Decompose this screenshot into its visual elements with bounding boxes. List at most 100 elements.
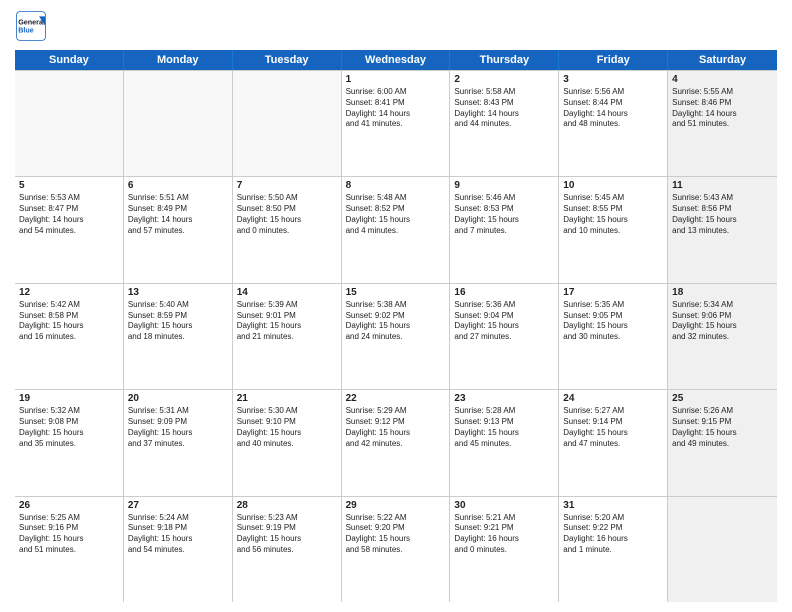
day-number: 16 bbox=[454, 287, 554, 298]
day-cell-8: 8 Sunrise: 5:48 AM Sunset: 8:52 PM Daylig… bbox=[342, 177, 451, 282]
day-info: Sunrise: 5:35 AM Sunset: 9:05 PM Dayligh… bbox=[563, 300, 663, 343]
day-number: 28 bbox=[237, 500, 337, 511]
day-info: Sunrise: 5:24 AM Sunset: 9:18 PM Dayligh… bbox=[128, 513, 228, 556]
day-info: Sunrise: 5:38 AM Sunset: 9:02 PM Dayligh… bbox=[346, 300, 446, 343]
day-number: 9 bbox=[454, 180, 554, 191]
day-cell-9: 9 Sunrise: 5:46 AM Sunset: 8:53 PM Daylig… bbox=[450, 177, 559, 282]
day-number: 26 bbox=[19, 500, 119, 511]
day-info: Sunrise: 5:22 AM Sunset: 9:20 PM Dayligh… bbox=[346, 513, 446, 556]
day-cell-3: 3 Sunrise: 5:56 AM Sunset: 8:44 PM Daylig… bbox=[559, 71, 668, 176]
day-header-wednesday: Wednesday bbox=[342, 50, 451, 70]
day-number: 24 bbox=[563, 393, 663, 404]
day-number: 31 bbox=[563, 500, 663, 511]
day-cell-empty-4-6 bbox=[668, 497, 777, 602]
day-info: Sunrise: 5:27 AM Sunset: 9:14 PM Dayligh… bbox=[563, 406, 663, 449]
day-cell-17: 17 Sunrise: 5:35 AM Sunset: 9:05 PM Dayli… bbox=[559, 284, 668, 389]
day-header-sunday: Sunday bbox=[15, 50, 124, 70]
day-number: 29 bbox=[346, 500, 446, 511]
calendar-body: 1Sunrise: 6:00 AM Sunset: 8:41 PM Daylig… bbox=[15, 70, 777, 602]
day-number: 12 bbox=[19, 287, 119, 298]
day-number: 18 bbox=[672, 287, 773, 298]
day-cell-2: 2 Sunrise: 5:58 AM Sunset: 8:43 PM Daylig… bbox=[450, 71, 559, 176]
day-info: Sunrise: 5:39 AM Sunset: 9:01 PM Dayligh… bbox=[237, 300, 337, 343]
day-info: Sunrise: 5:21 AM Sunset: 9:21 PM Dayligh… bbox=[454, 513, 554, 556]
day-cell-4: 4 Sunrise: 5:55 AM Sunset: 8:46 PM Daylig… bbox=[668, 71, 777, 176]
day-cell-28: 28 Sunrise: 5:23 AM Sunset: 9:19 PM Dayli… bbox=[233, 497, 342, 602]
day-info: Sunrise: 5:32 AM Sunset: 9:08 PM Dayligh… bbox=[19, 406, 119, 449]
day-info: Sunrise: 5:31 AM Sunset: 9:09 PM Dayligh… bbox=[128, 406, 228, 449]
day-cell-6: 6 Sunrise: 5:51 AM Sunset: 8:49 PM Daylig… bbox=[124, 177, 233, 282]
day-cell-30: 30 Sunrise: 5:21 AM Sunset: 9:21 PM Dayli… bbox=[450, 497, 559, 602]
calendar-header: SundayMondayTuesdayWednesdayThursdayFrid… bbox=[15, 50, 777, 70]
day-number: 4 bbox=[672, 74, 773, 85]
day-cell-5: 5 Sunrise: 5:53 AM Sunset: 8:47 PM Daylig… bbox=[15, 177, 124, 282]
day-cell-1: 1Sunrise: 6:00 AM Sunset: 8:41 PM Daylig… bbox=[342, 71, 451, 176]
calendar: SundayMondayTuesdayWednesdayThursdayFrid… bbox=[15, 50, 777, 602]
day-number: 8 bbox=[346, 180, 446, 191]
day-info: Sunrise: 5:55 AM Sunset: 8:46 PM Dayligh… bbox=[672, 87, 773, 130]
svg-text:Blue: Blue bbox=[18, 25, 34, 34]
logo-icon: General Blue bbox=[15, 10, 47, 42]
day-cell-23: 23Sunrise: 5:28 AM Sunset: 9:13 PM Dayli… bbox=[450, 390, 559, 495]
day-cell-24: 24 Sunrise: 5:27 AM Sunset: 9:14 PM Dayli… bbox=[559, 390, 668, 495]
day-number: 7 bbox=[237, 180, 337, 191]
day-cell-29: 29 Sunrise: 5:22 AM Sunset: 9:20 PM Dayli… bbox=[342, 497, 451, 602]
day-number: 11 bbox=[672, 180, 773, 191]
calendar-row-5: 26 Sunrise: 5:25 AM Sunset: 9:16 PM Dayli… bbox=[15, 497, 777, 602]
day-number: 23 bbox=[454, 393, 554, 404]
day-cell-15: 15 Sunrise: 5:38 AM Sunset: 9:02 PM Dayli… bbox=[342, 284, 451, 389]
day-number: 3 bbox=[563, 74, 663, 85]
day-cell-31: 31 Sunrise: 5:20 AM Sunset: 9:22 PM Dayli… bbox=[559, 497, 668, 602]
day-number: 13 bbox=[128, 287, 228, 298]
day-number: 1 bbox=[346, 74, 446, 85]
day-number: 27 bbox=[128, 500, 228, 511]
day-number: 30 bbox=[454, 500, 554, 511]
day-cell-11: 11 Sunrise: 5:43 AM Sunset: 8:56 PM Dayli… bbox=[668, 177, 777, 282]
day-number: 5 bbox=[19, 180, 119, 191]
day-number: 17 bbox=[563, 287, 663, 298]
day-cell-empty-0-1 bbox=[124, 71, 233, 176]
day-info: Sunrise: 5:58 AM Sunset: 8:43 PM Dayligh… bbox=[454, 87, 554, 130]
day-cell-27: 27 Sunrise: 5:24 AM Sunset: 9:18 PM Dayli… bbox=[124, 497, 233, 602]
day-info: Sunrise: 5:26 AM Sunset: 9:15 PM Dayligh… bbox=[672, 406, 773, 449]
day-cell-26: 26 Sunrise: 5:25 AM Sunset: 9:16 PM Dayli… bbox=[15, 497, 124, 602]
day-cell-20: 20Sunrise: 5:31 AM Sunset: 9:09 PM Dayli… bbox=[124, 390, 233, 495]
day-info: Sunrise: 5:56 AM Sunset: 8:44 PM Dayligh… bbox=[563, 87, 663, 130]
day-number: 22 bbox=[346, 393, 446, 404]
day-header-tuesday: Tuesday bbox=[233, 50, 342, 70]
day-cell-12: 12 Sunrise: 5:42 AM Sunset: 8:58 PM Dayli… bbox=[15, 284, 124, 389]
day-info: Sunrise: 5:25 AM Sunset: 9:16 PM Dayligh… bbox=[19, 513, 119, 556]
day-info: Sunrise: 5:29 AM Sunset: 9:12 PM Dayligh… bbox=[346, 406, 446, 449]
day-number: 6 bbox=[128, 180, 228, 191]
day-info: Sunrise: 5:36 AM Sunset: 9:04 PM Dayligh… bbox=[454, 300, 554, 343]
day-number: 14 bbox=[237, 287, 337, 298]
logo: General Blue bbox=[15, 10, 47, 42]
day-header-monday: Monday bbox=[124, 50, 233, 70]
day-header-friday: Friday bbox=[559, 50, 668, 70]
day-header-saturday: Saturday bbox=[668, 50, 777, 70]
day-info: Sunrise: 5:53 AM Sunset: 8:47 PM Dayligh… bbox=[19, 193, 119, 236]
day-cell-16: 16 Sunrise: 5:36 AM Sunset: 9:04 PM Dayli… bbox=[450, 284, 559, 389]
day-info: Sunrise: 5:43 AM Sunset: 8:56 PM Dayligh… bbox=[672, 193, 773, 236]
calendar-row-1: 1Sunrise: 6:00 AM Sunset: 8:41 PM Daylig… bbox=[15, 70, 777, 177]
day-info: Sunrise: 5:20 AM Sunset: 9:22 PM Dayligh… bbox=[563, 513, 663, 556]
day-info: Sunrise: 5:46 AM Sunset: 8:53 PM Dayligh… bbox=[454, 193, 554, 236]
day-number: 2 bbox=[454, 74, 554, 85]
day-info: Sunrise: 5:51 AM Sunset: 8:49 PM Dayligh… bbox=[128, 193, 228, 236]
day-info: Sunrise: 5:42 AM Sunset: 8:58 PM Dayligh… bbox=[19, 300, 119, 343]
day-cell-13: 13 Sunrise: 5:40 AM Sunset: 8:59 PM Dayli… bbox=[124, 284, 233, 389]
day-info: Sunrise: 5:48 AM Sunset: 8:52 PM Dayligh… bbox=[346, 193, 446, 236]
day-info: Sunrise: 5:23 AM Sunset: 9:19 PM Dayligh… bbox=[237, 513, 337, 556]
day-number: 19 bbox=[19, 393, 119, 404]
day-cell-empty-0-0 bbox=[15, 71, 124, 176]
day-info: Sunrise: 5:45 AM Sunset: 8:55 PM Dayligh… bbox=[563, 193, 663, 236]
day-cell-14: 14 Sunrise: 5:39 AM Sunset: 9:01 PM Dayli… bbox=[233, 284, 342, 389]
day-cell-22: 22 Sunrise: 5:29 AM Sunset: 9:12 PM Dayli… bbox=[342, 390, 451, 495]
day-cell-19: 19 Sunrise: 5:32 AM Sunset: 9:08 PM Dayli… bbox=[15, 390, 124, 495]
day-info: Sunrise: 5:40 AM Sunset: 8:59 PM Dayligh… bbox=[128, 300, 228, 343]
day-cell-7: 7Sunrise: 5:50 AM Sunset: 8:50 PM Daylig… bbox=[233, 177, 342, 282]
day-header-thursday: Thursday bbox=[450, 50, 559, 70]
day-number: 15 bbox=[346, 287, 446, 298]
day-number: 25 bbox=[672, 393, 773, 404]
day-number: 21 bbox=[237, 393, 337, 404]
